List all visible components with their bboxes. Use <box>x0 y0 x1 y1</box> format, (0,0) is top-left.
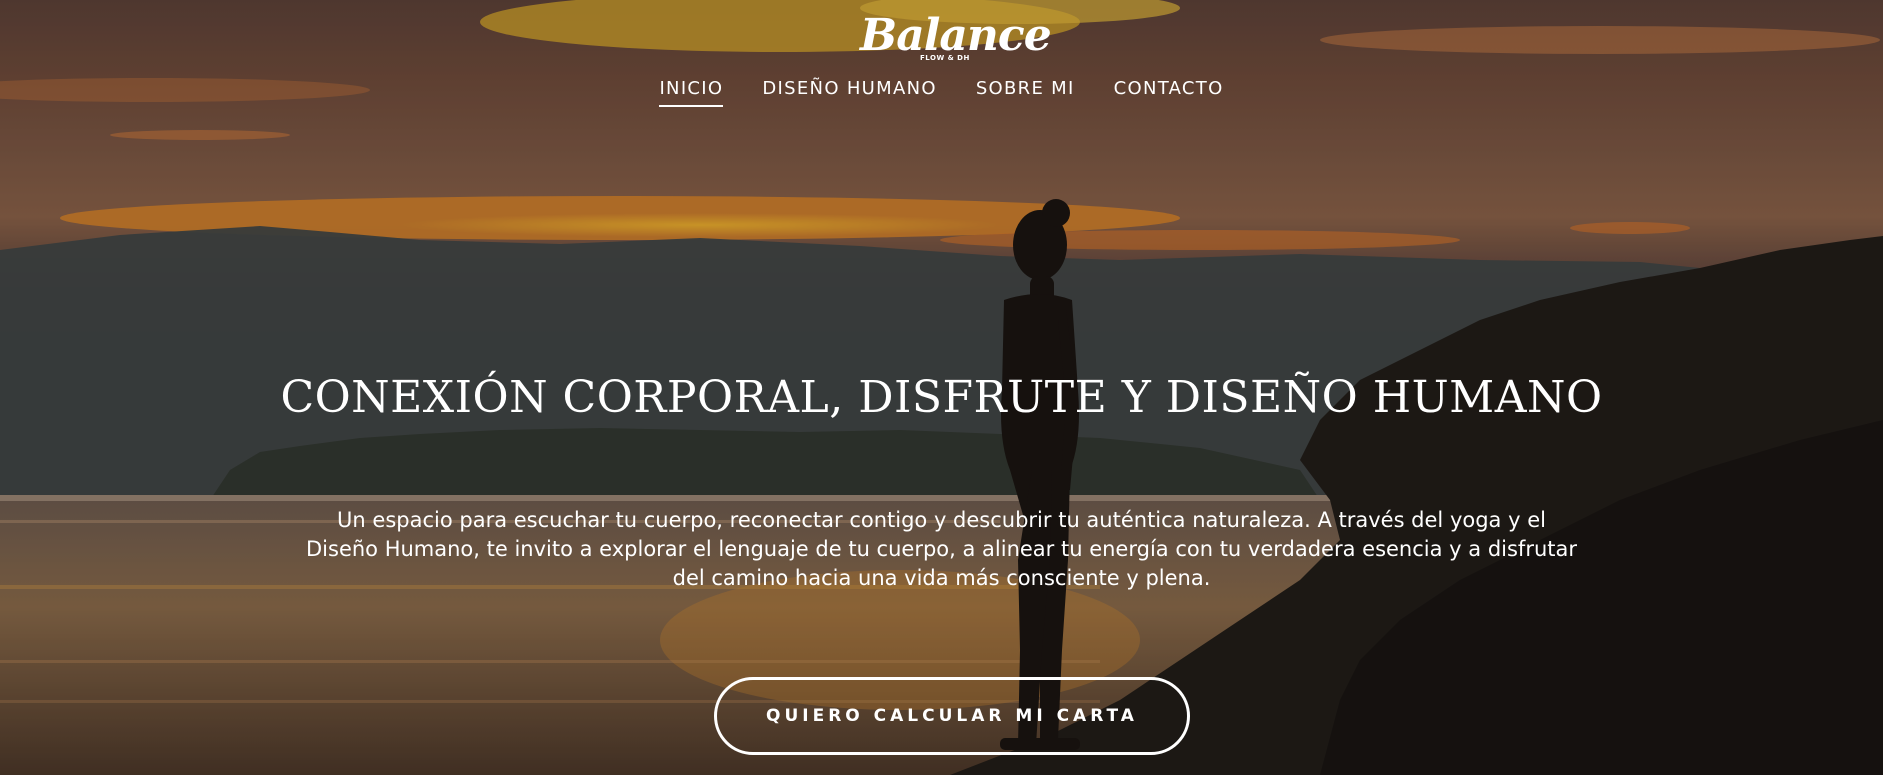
nav-item-inicio[interactable]: INICIO <box>659 78 724 107</box>
logo-tagline: FLOW & DH <box>920 54 970 62</box>
hero-section: Balance FLOW & DH INICIO DISEÑO HUMANO S… <box>0 0 1883 775</box>
nav-item-diseno-humano[interactable]: DISEÑO HUMANO <box>762 78 936 107</box>
hero-intro-text: Un espacio para escuchar tu cuerpo, reco… <box>306 508 1577 590</box>
brand-logo[interactable]: Balance FLOW & DH <box>860 8 1052 64</box>
calculate-chart-button[interactable]: QUIERO CALCULAR MI CARTA <box>714 677 1190 755</box>
nav-item-contacto[interactable]: CONTACTO <box>1114 78 1224 107</box>
hero-headline: CONEXIÓN CORPORAL, DISFRUTE Y DISEÑO HUM… <box>280 372 1603 423</box>
main-navigation: INICIO DISEÑO HUMANO SOBRE MI CONTACTO <box>0 78 1883 107</box>
nav-item-sobre-mi[interactable]: SOBRE MI <box>976 78 1075 107</box>
